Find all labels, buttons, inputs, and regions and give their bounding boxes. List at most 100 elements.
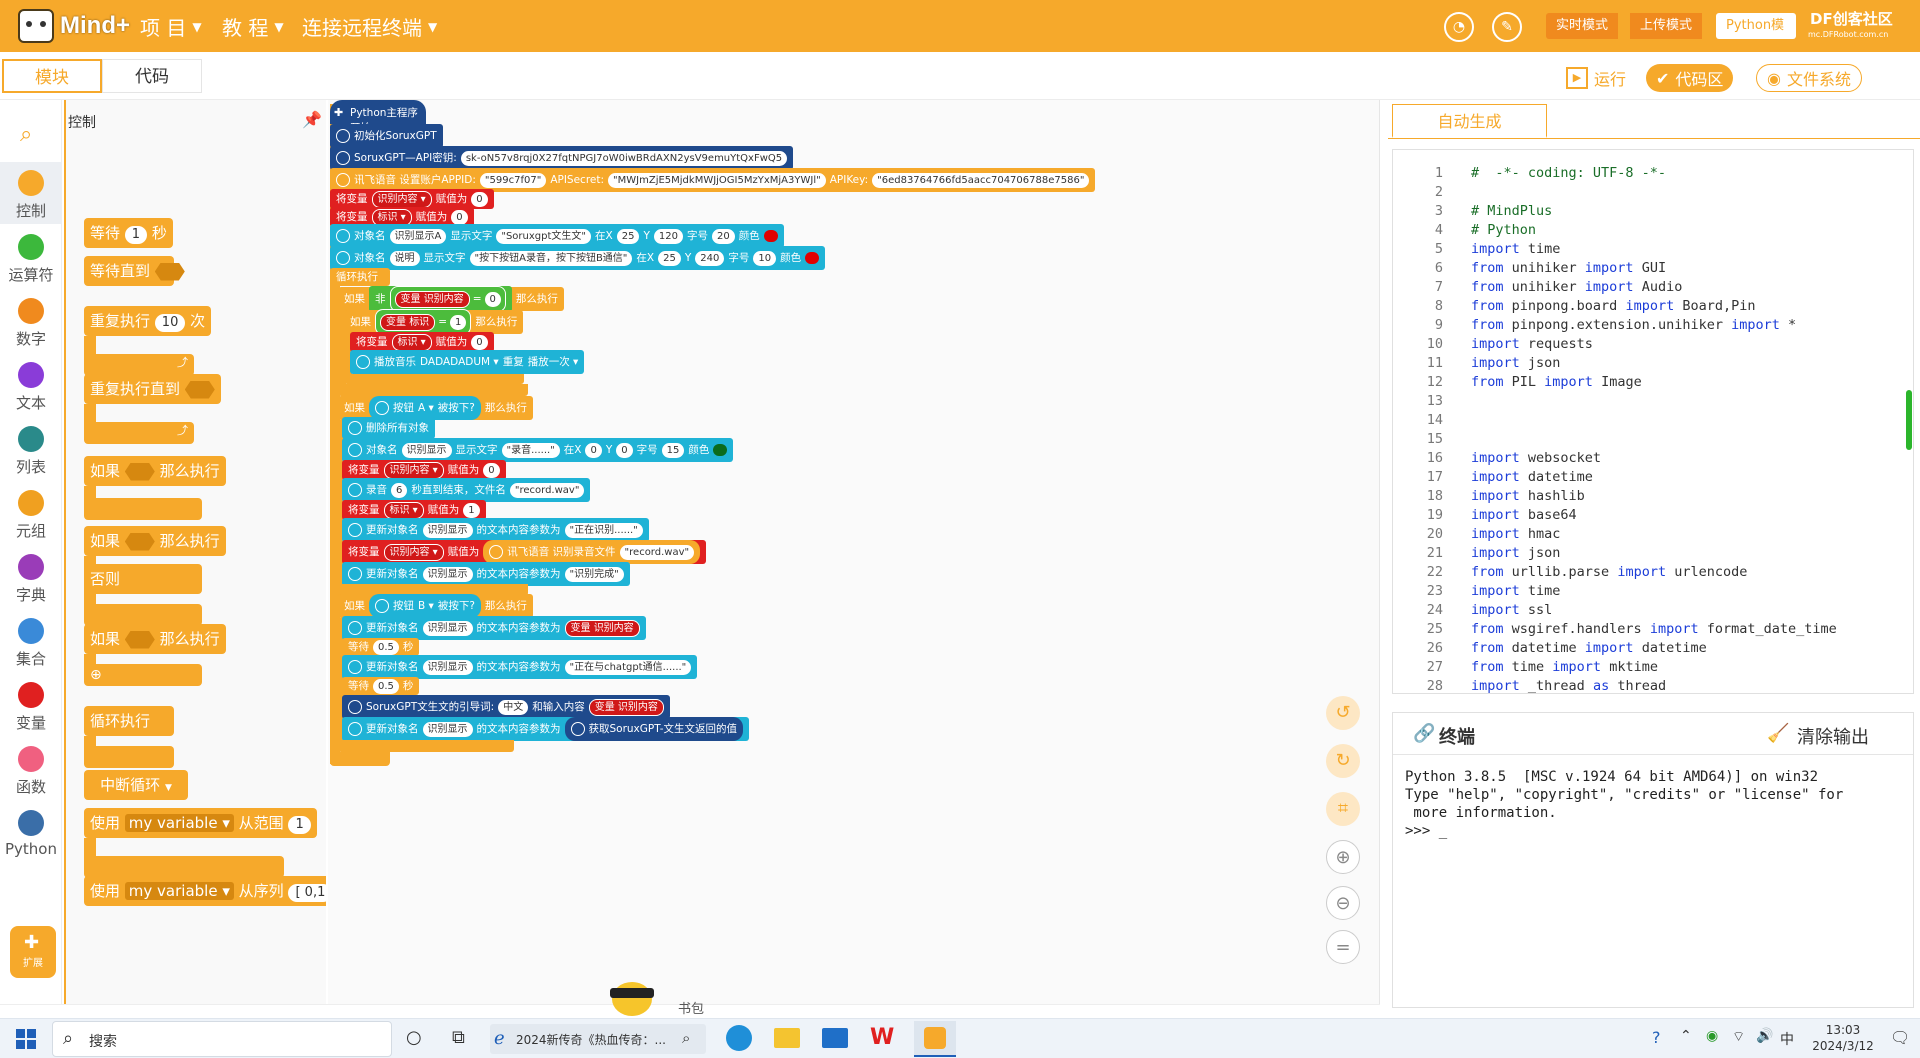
y-input[interactable]: 240 [695,250,725,266]
tab-code[interactable]: 代码 [102,59,202,93]
object-name-input[interactable]: 识别显示 [422,522,473,538]
code-line[interactable]: 26 from datetime import datetime [1393,639,1913,658]
menu-tutorial[interactable]: 教 程 ▼ [222,12,284,41]
apisecret-input[interactable]: "MWJmZjE5MjdkMWJjOGI5MzYxMjA3YWJl" [608,172,826,188]
variable-reporter[interactable]: 变量 识别内容 [588,698,664,716]
code-line[interactable]: 10 import requests [1393,335,1913,354]
code-line[interactable]: 20 import hmac [1393,525,1913,544]
wps-icon[interactable]: W [870,1025,894,1050]
block-set-var[interactable]: 将变量 标识 ▾ 赋值为 1 [342,500,486,520]
dashboard-icon[interactable]: ◔ [1444,12,1474,42]
code-line[interactable]: 11 import json [1393,354,1913,373]
chevron-up-icon[interactable]: ⌃ [1680,1028,1692,1044]
block-if-plus[interactable]: 如果 那么执行 [84,624,226,654]
code-area-button[interactable]: ✔ 代码区 [1646,64,1734,92]
code-line[interactable]: 22 from urllib.parse import urlencode [1393,563,1913,582]
xf-recognize-reporter[interactable]: 讯飞语音 识别录音文件 "record.wav" [483,540,701,564]
seconds-input[interactable]: 0.5 [373,678,399,694]
button-dropdown[interactable]: B ▾ [418,594,434,618]
help-icon[interactable]: ? [1652,1028,1661,1047]
code-workspace[interactable]: ✚ Python主程序开始 初始化SoruxGPT SoruxGPT—API密钥… [328,100,1380,1004]
block-break[interactable]: 中断循环 ▼ [84,770,188,800]
filename-input[interactable]: "record.wav" [619,544,695,560]
code-line[interactable]: 8 from pinpong.board import Board,Pin [1393,297,1913,316]
color-swatch[interactable] [713,444,728,456]
object-name-input[interactable]: 识别显示 [422,620,473,636]
block-if-else[interactable]: 如果 那么执行 [84,526,226,556]
x-input[interactable]: 25 [658,250,681,266]
block-update-text[interactable]: 更新对象名 识别显示 的文本内容参数为 "正在识别......" [342,518,649,542]
block-update-text[interactable]: 更新对象名 识别显示 的文本内容参数为 获取SoruxGPT-文生文返回的值 [342,717,749,741]
text-input[interactable]: "按下按钮A录音，按下按钮B通信" [469,250,633,266]
value-input[interactable]: 1 [450,314,467,330]
code-line[interactable]: 19 import base64 [1393,506,1913,525]
crop-icon[interactable]: ⌗ [1326,792,1360,826]
menu-project[interactable]: 项 目 ▼ [140,12,202,41]
font-size-input[interactable]: 10 [753,250,777,266]
apikey-input[interactable]: "6ed83764766fd5aacc704706788e7586" [872,172,1090,188]
taskbar-search[interactable]: ⌕ 搜索 [52,1021,392,1057]
terminal-output[interactable]: Python 3.8.5 [MSC v.1924 64 bit AMD64)] … [1405,768,1843,840]
variable-dropdown[interactable]: 标识 ▾ [371,208,412,226]
seconds-input[interactable]: 0.5 [373,639,399,655]
block-gpt-api[interactable]: SoruxGPT—API密钥: sk-oN57v8rqj0X27fqtNPGJ7o… [330,146,794,170]
block-init-gpt[interactable]: 初始化SoruxGPT [330,124,443,148]
block-wait[interactable]: 等待 0.5 秒 [342,677,420,695]
text-input[interactable]: "识别完成" [564,566,624,582]
variable-dropdown[interactable]: my variable ▾ [124,882,234,900]
block-show-text[interactable]: 对象名 识别显示 显示文字 "录音......" 在X 0 Y 0 字号 15 颜色 [342,438,734,462]
redo-icon[interactable]: ↻ [1326,744,1360,778]
object-name-input[interactable]: 识别显示 [422,566,473,582]
category-8[interactable]: 变量 [0,682,62,733]
block-update-text[interactable]: 更新对象名 识别显示 的文本内容参数为 "正在与chatgpt通信......" [342,655,698,679]
block-play-music[interactable]: 播放音乐 DADADADUM ▾ 重复 播放一次 ▾ [350,350,585,374]
mode-realtime[interactable]: 实时模式 [1546,13,1619,39]
code-line[interactable]: 5 import time [1393,240,1913,259]
file-system-button[interactable]: ◉ 文件系统 [1756,64,1862,92]
object-name-input[interactable]: 识别显示 [422,721,473,737]
code-line[interactable]: 23 import time [1393,582,1913,601]
zoom-in-icon[interactable]: ⊕ [1326,840,1360,874]
text-input[interactable]: "正在识别......" [564,522,643,538]
code-line[interactable]: 9 from pinpong.extension.unihiker import … [1393,316,1913,335]
color-swatch[interactable] [805,252,820,264]
edge-app-icon[interactable] [726,1025,752,1051]
code-line[interactable]: 15 [1393,430,1913,449]
hat-block[interactable]: ✚ Python主程序开始 [330,100,426,134]
block-show-text[interactable]: 对象名 识别显示A 显示文字 "Soruxgpt文生文" 在X 25 Y 120 字号 20 颜色 [330,224,784,248]
block-input[interactable]: 1 [288,816,311,834]
block-for-range[interactable]: 使用 my variable ▾ 从范围 1 [84,808,317,838]
clear-output-button[interactable]: 清除输出 [1797,723,1869,749]
value-input[interactable]: 0 [451,209,468,225]
zoom-reset-icon[interactable]: = [1326,930,1360,964]
tab-blocks[interactable]: 模块 [2,59,102,93]
add-icon[interactable]: ⊕ [84,664,202,686]
category-5[interactable]: 元组 [0,490,62,541]
value-input[interactable]: 0 [471,191,488,207]
category-9[interactable]: 函数 [0,746,62,797]
gpt-result-reporter[interactable]: 获取SoruxGPT-文生文返回的值 [564,717,743,741]
code-line[interactable]: 21 import json [1393,544,1913,563]
code-line[interactable]: 2 [1393,183,1913,202]
variable-dropdown[interactable]: 识别内容 ▾ [383,543,444,561]
variable-dropdown[interactable]: 标识 ▾ [383,501,424,519]
network-icon[interactable]: ⌔ [1732,1028,1745,1046]
notification-icon[interactable]: 🗨 [1890,1028,1910,1047]
block-input[interactable]: [ 0,1 [288,884,326,902]
object-name-input[interactable]: 说明 [389,250,420,266]
block-set-var[interactable]: 将变量 标识 ▾ 赋值为 0 [350,332,494,352]
mail-icon[interactable] [822,1028,848,1048]
block-set-var[interactable]: 将变量 识别内容 ▾ 赋值为 讯飞语音 识别录音文件 "record.wav" [342,540,707,564]
run-button[interactable]: ▶ 运行 [1556,64,1636,92]
windows-start-icon[interactable] [16,1029,36,1049]
volume-icon[interactable]: 🔊 [1756,1028,1773,1044]
category-10[interactable]: Python [0,810,62,858]
variable-reporter[interactable]: 变量 识别内容 [394,290,470,308]
block-for-seq[interactable]: 使用 my variable ▾ 从序列 [ 0,1 [84,876,326,906]
x-input[interactable]: 25 [616,228,640,244]
category-6[interactable]: 字典 [0,554,62,605]
category-4[interactable]: 列表 [0,426,62,477]
variable-dropdown[interactable]: my variable ▾ [124,814,234,832]
scrollbar[interactable] [1906,390,1912,450]
seconds-input[interactable]: 6 [391,482,408,498]
